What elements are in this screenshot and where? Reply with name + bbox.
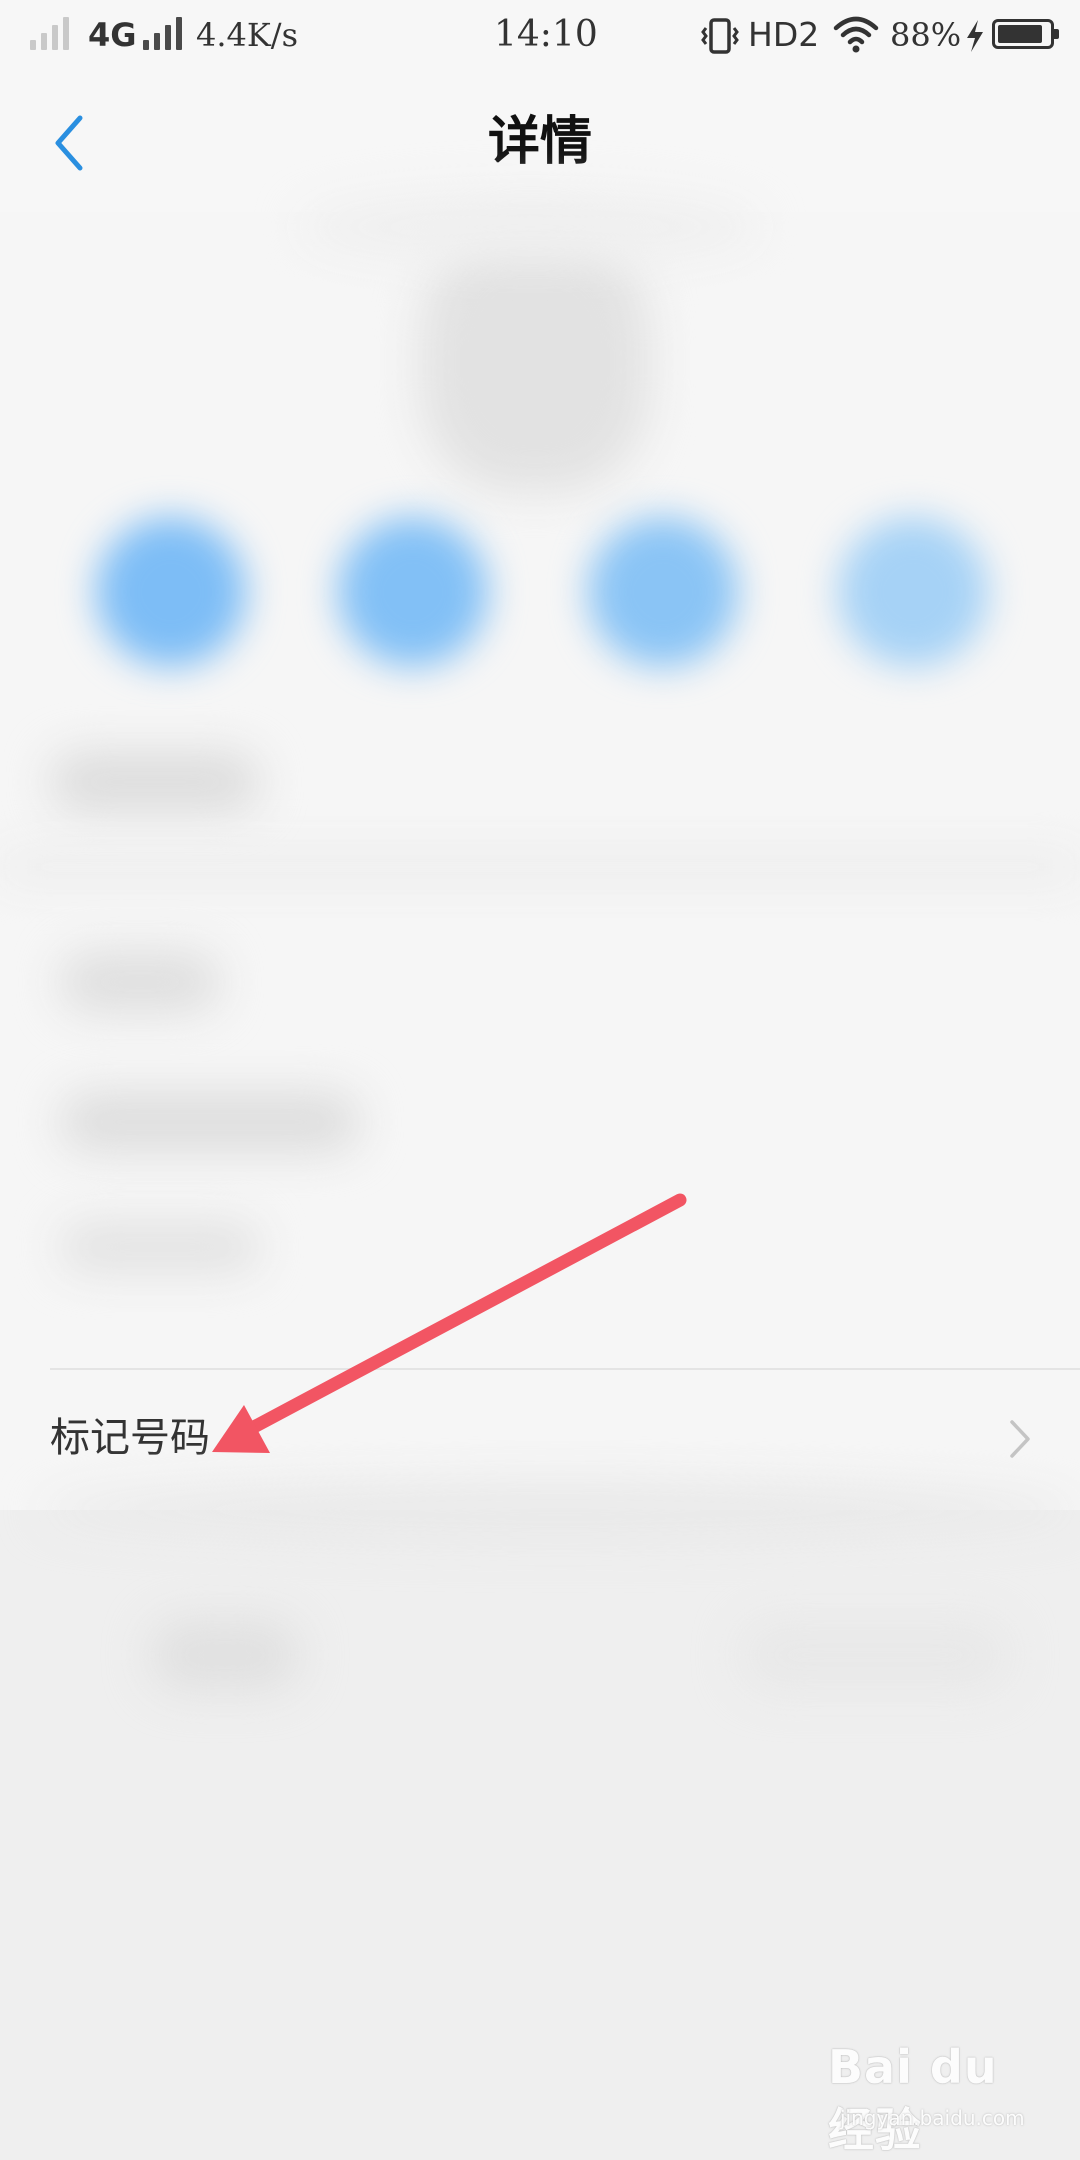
info-text-blurred-4 — [60, 1222, 260, 1272]
app-header: 详情 — [0, 72, 1080, 212]
contact-avatar-blurred — [420, 232, 650, 492]
section-divider-blurred — [0, 852, 1080, 882]
charging-bolt-icon — [967, 20, 983, 52]
network-speed: 4.4K/s — [196, 16, 298, 54]
watermark-url: jingyan.baidu.com — [840, 2106, 1025, 2130]
lower-item-blurred-1 — [150, 1620, 300, 1690]
action-button-4[interactable] — [838, 517, 988, 667]
action-button-1[interactable] — [96, 517, 246, 667]
network-type: 4G — [88, 16, 137, 54]
action-button-2[interactable] — [338, 517, 488, 667]
mark-number-label: 标记号码 — [50, 1415, 210, 1461]
signal-strength-icon-sim1 — [30, 14, 69, 50]
vibrate-icon — [701, 18, 739, 54]
clock: 14:10 — [494, 14, 598, 55]
watermark-logo: Bai du 经验 — [828, 2040, 998, 2157]
wifi-icon — [833, 16, 879, 53]
hd-voice-label: HD2 — [748, 15, 820, 54]
contact-details-blurred — [0, 192, 1080, 1512]
info-text-blurred-3 — [60, 1092, 360, 1152]
battery-icon — [992, 19, 1059, 49]
curve-shadow-blurred — [40, 1480, 1080, 1540]
info-text-blurred-2 — [60, 952, 220, 1012]
battery-percent: 88% — [890, 16, 962, 54]
signal-strength-icon-sim2 — [143, 14, 182, 50]
baidu-jingyan-watermark: Bai du 经验 jingyan.baidu.com — [828, 2040, 1060, 2157]
page-title: 详情 — [487, 112, 592, 172]
info-text-blurred-1 — [50, 752, 260, 812]
header-shadow-blurred — [300, 192, 760, 262]
action-button-3[interactable] — [588, 517, 738, 667]
status-bar: 4G 4.4K/s 14:10 HD2 88% — [0, 0, 1080, 72]
screen: 4G 4.4K/s 14:10 HD2 88% 详情 标记号码 Bai du 经… — [0, 0, 1080, 2160]
battery-level-fill — [998, 25, 1042, 43]
chevron-right-icon — [1010, 1420, 1030, 1458]
lower-item-blurred-2 — [740, 1620, 1010, 1690]
